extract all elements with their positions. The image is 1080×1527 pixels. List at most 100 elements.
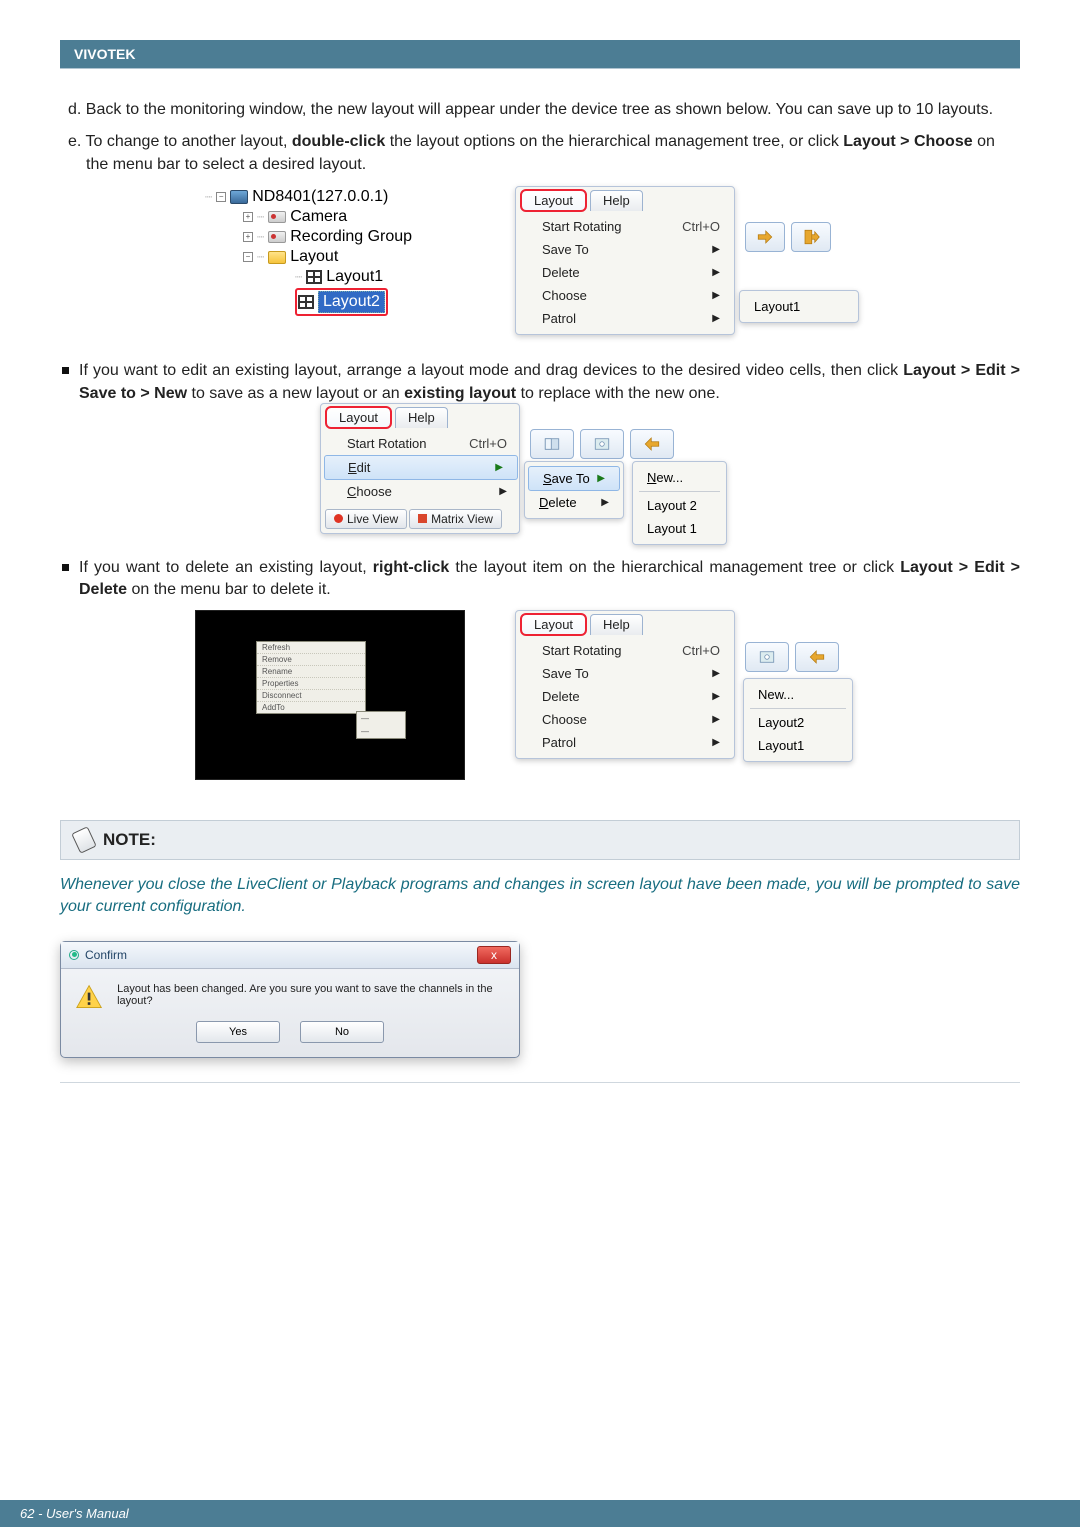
- grid-icon: [306, 270, 322, 284]
- label: Choose: [347, 484, 392, 499]
- check-circle-icon: [69, 950, 79, 960]
- highlight-box: Layout2: [295, 288, 388, 316]
- bullet-icon: [62, 564, 69, 571]
- ctx-sub-item[interactable]: —: [357, 725, 405, 738]
- ctx-sub-item[interactable]: —: [357, 712, 405, 725]
- layout-menu-delete: Layout Help Start Rotating Ctrl+O Save T…: [515, 610, 735, 759]
- tree-layout1-label[interactable]: Layout1: [326, 268, 383, 286]
- text: If you want to delete an existing layout…: [79, 559, 373, 576]
- yes-button[interactable]: Yes: [196, 1021, 280, 1043]
- ctx-item[interactable]: Refresh: [257, 642, 365, 654]
- menu-separator: [750, 708, 846, 709]
- ctx-item[interactable]: Rename: [257, 666, 365, 678]
- ctx-item[interactable]: AddTo: [257, 702, 365, 713]
- collapse-icon[interactable]: −: [216, 192, 226, 202]
- text: the layout options on the hierarchical m…: [390, 133, 844, 150]
- tab-layout[interactable]: Layout: [521, 190, 586, 211]
- menu-start-rotating[interactable]: Start Rotating Ctrl+O: [516, 215, 734, 238]
- nav-button[interactable]: [745, 642, 789, 672]
- hotkey: Ctrl+O: [469, 436, 507, 451]
- submenu-delete-list: New... Layout2 Layout1: [743, 678, 853, 762]
- label: Confirm: [85, 948, 127, 962]
- door-exit-icon: [801, 228, 821, 246]
- menu-choose[interactable]: Choose ▶: [516, 284, 734, 307]
- nav-back-button[interactable]: [630, 429, 674, 459]
- grid-icon: [298, 295, 314, 309]
- menu-save-to[interactable]: Save To ▶: [516, 662, 734, 685]
- video-preview: Refresh Remove Rename Properties Disconn…: [195, 610, 465, 780]
- paragraph-e: e. To change to another layout, double-c…: [60, 131, 1020, 176]
- nav-logout-button[interactable]: [791, 222, 831, 252]
- monitor-icon: [230, 190, 248, 204]
- nav-back-button[interactable]: [795, 642, 839, 672]
- submenu-layout1[interactable]: Layout 1: [633, 517, 726, 540]
- submenu-delete[interactable]: Delete ▶: [525, 491, 623, 514]
- text: e. To change to another layout,: [68, 133, 292, 150]
- submenu-new[interactable]: New...: [633, 466, 726, 489]
- tree-connector: ┈: [257, 250, 264, 264]
- tree-layout2-label-selected[interactable]: Layout2: [318, 291, 385, 313]
- submenu-layout1[interactable]: Layout1: [744, 734, 852, 757]
- submenu-save-to[interactable]: Save To ▶: [528, 466, 620, 491]
- tab-help[interactable]: Help: [395, 407, 448, 428]
- tab-help[interactable]: Help: [590, 614, 643, 635]
- ctx-item[interactable]: Disconnect: [257, 690, 365, 702]
- label: Choose: [542, 288, 587, 303]
- nav-forward-button[interactable]: [745, 222, 785, 252]
- menu-delete[interactable]: Delete ▶: [516, 685, 734, 708]
- label: Save To: [542, 666, 589, 681]
- note-body: Whenever you close the LiveClient or Pla…: [60, 874, 1020, 919]
- tree-root-label[interactable]: ND8401(127.0.0.1): [252, 188, 388, 206]
- menu-choose[interactable]: Choose ▶: [321, 480, 521, 503]
- tab-layout[interactable]: Layout: [521, 614, 586, 635]
- nav-button-1[interactable]: [530, 429, 574, 459]
- menu-start-rotation[interactable]: Start Rotation Ctrl+O: [321, 432, 521, 455]
- ctx-item[interactable]: Properties: [257, 678, 365, 690]
- tree-camera-label[interactable]: Camera: [290, 208, 347, 226]
- arrow-right-icon: [755, 228, 775, 246]
- tree-layout-label[interactable]: Layout: [290, 248, 338, 266]
- menu-patrol[interactable]: Patrol ▶: [516, 731, 734, 754]
- menu-choose[interactable]: Choose ▶: [516, 708, 734, 731]
- paragraph-d: d. Back to the monitoring window, the ne…: [60, 99, 1020, 121]
- submenu-layout2[interactable]: Layout 2: [633, 494, 726, 517]
- menu-start-rotating[interactable]: Start Rotating Ctrl+O: [516, 639, 734, 662]
- nav-button-2[interactable]: [580, 429, 624, 459]
- submenu-layout2[interactable]: Layout2: [744, 711, 852, 734]
- ctx-item[interactable]: Remove: [257, 654, 365, 666]
- submenu-choose-list: Layout1: [739, 290, 859, 323]
- tab-help[interactable]: Help: [590, 190, 643, 211]
- brand-label: VIVOTEK: [74, 46, 135, 62]
- menu-edit[interactable]: Edit ▶: [324, 455, 518, 480]
- warning-icon: [75, 983, 103, 1011]
- hotkey: Ctrl+O: [682, 219, 720, 234]
- expand-icon[interactable]: +: [243, 212, 253, 222]
- collapse-icon[interactable]: −: [243, 252, 253, 262]
- note-title: NOTE:: [103, 830, 156, 850]
- footer-text: 62 - User's Manual: [20, 1506, 129, 1521]
- arrow-left-icon: [807, 648, 827, 666]
- tree-recgroup-label[interactable]: Recording Group: [290, 228, 412, 246]
- page-header: VIVOTEK: [60, 40, 1020, 68]
- submenu-new[interactable]: New...: [744, 683, 852, 706]
- menu-save-to[interactable]: Save To ▶: [516, 238, 734, 261]
- label: Delete: [542, 689, 580, 704]
- no-button[interactable]: No: [300, 1021, 384, 1043]
- submenu-arrow-icon: ▶: [712, 737, 720, 748]
- label: Delete: [539, 495, 577, 510]
- text: to replace with the new one.: [521, 385, 720, 402]
- label: Edit: [348, 460, 370, 475]
- tab-matrix-view[interactable]: Matrix View: [409, 509, 502, 529]
- tab-live-view[interactable]: Live View: [325, 509, 407, 529]
- close-button[interactable]: x: [477, 946, 511, 964]
- label: New...: [647, 470, 683, 485]
- expand-icon[interactable]: +: [243, 232, 253, 242]
- tab-layout[interactable]: Layout: [326, 407, 391, 428]
- menu-delete[interactable]: Delete ▶: [516, 261, 734, 284]
- label: Live View: [347, 512, 398, 526]
- confirm-dialog: Confirm x Layout has been changed. Are y…: [60, 941, 520, 1058]
- menu-patrol[interactable]: Patrol ▶: [516, 307, 734, 330]
- device-tree: ┈ − ND8401(127.0.0.1) + ┈ Camera + ┈ Rec…: [205, 186, 465, 346]
- bottom-separator: [60, 1082, 1020, 1083]
- submenu-layout1[interactable]: Layout1: [740, 295, 858, 318]
